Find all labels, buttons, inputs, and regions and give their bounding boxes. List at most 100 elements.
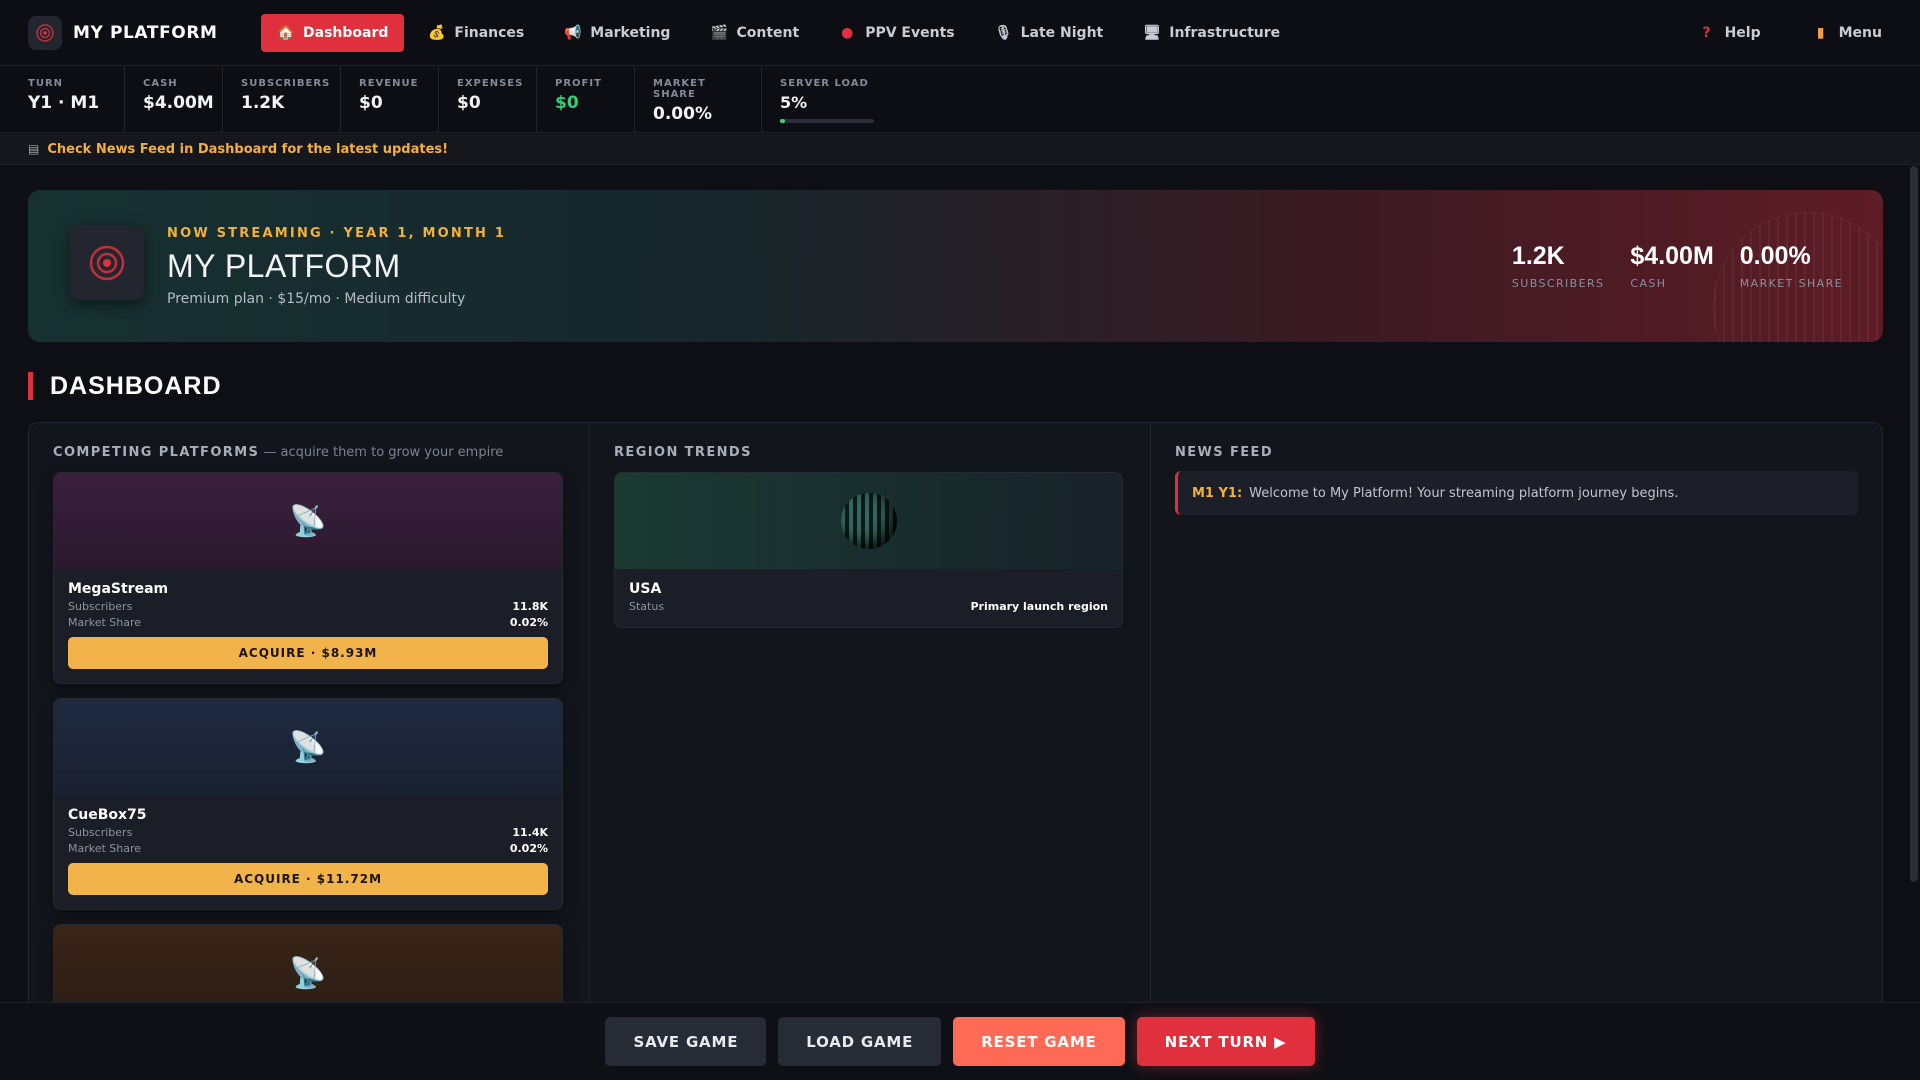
- menu-label: Menu: [1838, 24, 1882, 41]
- stat-value: $0: [457, 93, 481, 113]
- reset-game-button[interactable]: RESET GAME: [953, 1017, 1125, 1066]
- nav-item-late-night[interactable]: 🎙 Late Night: [979, 14, 1120, 52]
- money-bag-icon: 💰: [428, 24, 446, 41]
- stat-value: 5%: [780, 93, 808, 112]
- hero-subtitle: Premium plan · $15/mo · Medium difficult…: [167, 291, 466, 307]
- stat-profit: PROFIT $0: [537, 67, 635, 133]
- menu-icon: ▮: [1816, 24, 1825, 41]
- hero-stat-value: 1.2K: [1511, 242, 1565, 270]
- news-ticker[interactable]: ▤ Check News Feed in Dashboard for the l…: [0, 134, 1920, 165]
- nav-label: Marketing: [590, 24, 671, 41]
- page-title: DASHBOARD: [28, 372, 222, 400]
- server-load-fill: [780, 119, 785, 123]
- platform-card: 📡 CueBox75 Subscribers 11.4K Market Share…: [53, 698, 563, 910]
- main-content: NOW STREAMING · YEAR 1, MONTH 1 MY PLATF…: [0, 166, 1920, 1002]
- stat-subscribers: SUBSCRIBERS 1.2K: [223, 67, 341, 133]
- nav-item-content[interactable]: 🎬 Content: [694, 14, 815, 52]
- nav-item-dashboard[interactable]: 🏠 Dashboard: [261, 13, 405, 52]
- target-icon: [70, 226, 144, 300]
- server-load-bar: [780, 119, 874, 123]
- region-card[interactable]: USA Status Primary launch region: [614, 472, 1123, 628]
- dashboard-panels: COMPETING PLATFORMS — acquire them to gr…: [28, 422, 1883, 1002]
- hero-stat-market-share: 0.00% MARKET SHARE: [1740, 242, 1843, 290]
- ticker-text: Check News Feed in Dashboard for the lat…: [47, 141, 449, 157]
- stat-label: PROFIT: [555, 78, 602, 89]
- nav-label: Dashboard: [303, 24, 389, 41]
- load-game-button[interactable]: LOAD GAME: [778, 1017, 942, 1066]
- hero-stat-subscribers: 1.2K SUBSCRIBERS: [1512, 242, 1604, 290]
- stat-turn: TURN Y1 · M1: [0, 67, 125, 133]
- acquire-button[interactable]: ACQUIRE · $8.93M: [68, 637, 548, 669]
- hero-banner: NOW STREAMING · YEAR 1, MONTH 1 MY PLATF…: [28, 190, 1883, 342]
- target-icon: [28, 15, 62, 50]
- scrollbar[interactable]: [1910, 166, 1918, 882]
- main-nav: 🏠 Dashboard 💰 Finances 📢 Marketing 🎬 Content…: [261, 13, 1296, 52]
- row-label: Status: [629, 600, 665, 613]
- next-turn-button[interactable]: NEXT TURN ▶: [1136, 1017, 1315, 1066]
- stat-value: $4.00M: [143, 93, 214, 113]
- nav-label: PPV Events: [865, 24, 955, 41]
- brand-name: MY PLATFORM: [73, 22, 218, 43]
- stat-value: 0.00%: [653, 104, 712, 124]
- platform-card: 📡 MegaStream Subscribers 11.8K Market Sha…: [53, 472, 563, 684]
- stat-label: SERVER LOAD: [780, 78, 869, 89]
- brand[interactable]: MY PLATFORM: [28, 15, 233, 50]
- subscribers-row: Subscribers 11.4K: [68, 826, 548, 839]
- competing-platforms-panel: COMPETING PLATFORMS — acquire them to gr…: [29, 423, 590, 1002]
- nav-item-infrastructure[interactable]: 🖥 Infrastructure: [1127, 14, 1296, 52]
- stat-cash: CASH $4.00M: [125, 67, 223, 133]
- nav-item-marketing[interactable]: 📢 Marketing: [548, 14, 686, 52]
- region-body: USA Status Primary launch region: [615, 569, 1122, 627]
- nav-item-finances[interactable]: 💰 Finances: [412, 14, 540, 52]
- panel-title: COMPETING PLATFORMS — acquire them to gr…: [53, 445, 565, 460]
- hero-kicker: NOW STREAMING · YEAR 1, MONTH 1: [167, 226, 507, 241]
- globe-icon: [840, 493, 897, 549]
- hero-stat-label: MARKET SHARE: [1739, 277, 1843, 290]
- hero-title: MY PLATFORM: [167, 248, 401, 284]
- nav-item-ppv-events[interactable]: ● PPV Events: [823, 14, 970, 52]
- save-game-button[interactable]: SAVE GAME: [605, 1017, 767, 1066]
- stat-label: TURN: [28, 78, 64, 89]
- stat-server-load: SERVER LOAD 5%: [762, 67, 892, 133]
- row-value: 11.4K: [512, 826, 548, 839]
- row-value: 0.02%: [509, 842, 548, 855]
- help-label: Help: [1724, 24, 1761, 41]
- acquire-button[interactable]: ACQUIRE · $11.72M: [68, 863, 548, 895]
- nav-right: ? Help ▮ Menu: [1683, 14, 1898, 52]
- hero-stat-value: 0.00%: [1739, 242, 1811, 270]
- newspaper-icon: ▤: [28, 142, 40, 156]
- row-label: Subscribers: [68, 600, 133, 613]
- monitor-icon: 🖥: [1143, 24, 1162, 41]
- platform-card: 📡: [53, 924, 563, 1002]
- platform-name: MegaStream: [68, 581, 169, 597]
- panel-title-text: COMPETING PLATFORMS: [53, 445, 260, 460]
- share-row: Market Share 0.02%: [68, 842, 548, 855]
- help-button[interactable]: ? Help: [1683, 14, 1777, 52]
- stats-bar: TURN Y1 · M1 CASH $4.00M SUBSCRIBERS 1.2…: [0, 67, 1920, 133]
- satellite-dish-icon: 📡: [54, 925, 562, 1002]
- clapperboard-icon: 🎬: [710, 24, 728, 41]
- nav-label: Content: [736, 24, 800, 41]
- row-label: Market Share: [68, 616, 142, 629]
- stat-value: $0: [359, 93, 383, 113]
- hero-stat-label: SUBSCRIBERS: [1511, 277, 1605, 290]
- stat-label: REVENUE: [359, 78, 419, 89]
- stat-value: $0: [555, 93, 579, 113]
- stat-label: MARKET SHARE: [653, 78, 706, 100]
- satellite-dish-icon: 📡: [54, 473, 562, 569]
- hero-stat-label: CASH: [1630, 277, 1667, 290]
- house-icon: 🏠: [277, 24, 295, 41]
- nav-label: Infrastructure: [1169, 24, 1281, 41]
- stat-label: EXPENSES: [457, 78, 524, 89]
- stat-expenses: EXPENSES $0: [439, 67, 537, 133]
- menu-button[interactable]: ▮ Menu: [1797, 14, 1898, 52]
- region-trends-panel: REGION TRENDS USA Status Primary launch r…: [590, 423, 1151, 1002]
- panel-title: NEWS FEED: [1175, 445, 1274, 460]
- boxing-glove-icon: ●: [841, 24, 854, 41]
- subscribers-row: Subscribers 11.8K: [68, 600, 548, 613]
- news-text: Welcome to My Platform! Your streaming p…: [1249, 485, 1679, 501]
- stat-value: Y1 · M1: [28, 93, 100, 113]
- row-value: 11.8K: [512, 600, 548, 613]
- card-body: MegaStream Subscribers 11.8K Market Share…: [54, 569, 562, 683]
- top-navigation-bar: MY PLATFORM 🏠 Dashboard 💰 Finances 📢 Market…: [0, 0, 1920, 66]
